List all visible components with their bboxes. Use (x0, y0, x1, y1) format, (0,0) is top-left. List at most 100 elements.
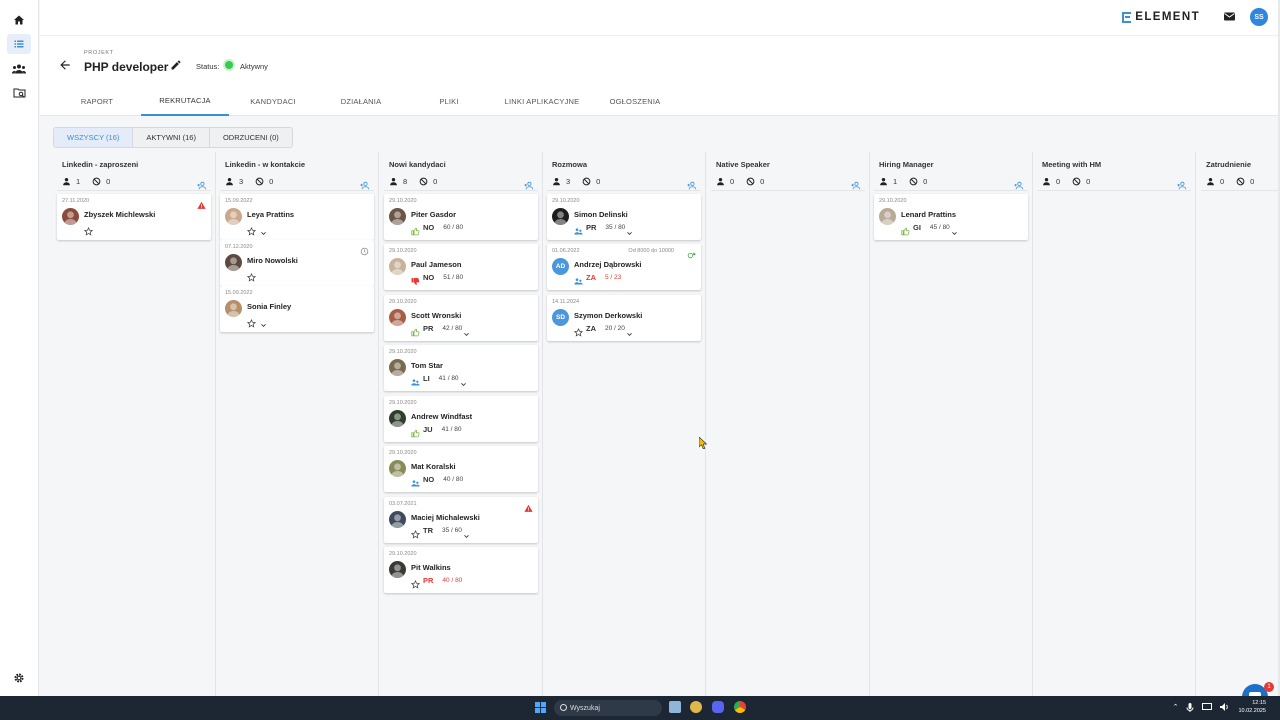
rejected-count[interactable]: 0 (596, 177, 600, 186)
candidate-count[interactable]: 8 (403, 177, 407, 186)
tab-pliki[interactable]: PLIKI (410, 87, 488, 116)
candidate-name[interactable]: Sonia Finley (247, 302, 291, 311)
weather-app-icon[interactable] (690, 701, 702, 713)
candidate-card[interactable]: 29.10.2020 Scott Wronski PR 42 / 80 (384, 295, 538, 341)
candidate-name[interactable]: Tom Star (411, 361, 443, 370)
candidate-avatar[interactable]: AD (552, 258, 569, 275)
people-icon[interactable] (7, 59, 31, 79)
candidate-avatar[interactable] (62, 208, 79, 225)
candidate-count[interactable]: 0 (730, 177, 734, 186)
star-icon[interactable] (410, 576, 421, 589)
rejected-count[interactable]: 0 (106, 177, 110, 186)
candidate-name[interactable]: Piter Gasdor (411, 210, 456, 219)
candidate-card[interactable]: 07.12.2020 Miro Nowolski (220, 240, 374, 286)
candidate-avatar[interactable] (389, 410, 406, 427)
candidate-name[interactable]: Mat Koralski (411, 462, 456, 471)
candidate-card[interactable]: 29.10.2020 Lenard Prattins GI 45 / 80 (874, 194, 1028, 240)
candidate-avatar[interactable] (389, 258, 406, 275)
candidate-name[interactable]: Leya Prattins (247, 210, 294, 219)
list-icon[interactable] (7, 34, 31, 54)
chevron-down-icon[interactable] (626, 325, 633, 336)
candidate-card[interactable]: 15.09.2022 Sonia Finley (220, 286, 374, 332)
add-candidate-icon[interactable] (360, 177, 370, 190)
candidate-avatar[interactable]: SD (552, 309, 569, 326)
candidate-card[interactable]: 29.10.2020 Paul Jameson NO 51 / 80 (384, 244, 538, 290)
candidate-avatar[interactable] (389, 511, 406, 528)
candidate-name[interactable]: Pit Walkins (411, 563, 451, 572)
candidate-avatar[interactable] (879, 208, 896, 225)
candidate-name[interactable]: Scott Wronski (411, 311, 461, 320)
chevron-down-icon[interactable] (463, 325, 470, 336)
candidate-name[interactable]: Lenard Prattins (901, 210, 956, 219)
candidate-card[interactable]: 29.10.2020 Pit Walkins PR 40 / 80 (384, 547, 538, 593)
filter-active[interactable]: AKTYWNI (16) (133, 128, 210, 147)
candidate-card[interactable]: 29.10.2020 Andrew Windfast JU 41 / 80 (384, 396, 538, 442)
thumb-up-icon[interactable] (411, 324, 420, 336)
network-icon[interactable] (1202, 703, 1213, 711)
candidate-name[interactable]: Simon Delinski (574, 210, 628, 219)
candidate-name[interactable]: Maciej Michalewski (411, 513, 480, 522)
candidate-count[interactable]: 1 (76, 177, 80, 186)
rejected-count[interactable]: 0 (760, 177, 764, 186)
star-icon[interactable] (246, 223, 257, 236)
back-arrow-icon[interactable] (58, 58, 72, 72)
add-candidate-icon[interactable] (197, 177, 207, 190)
candidate-count[interactable]: 1 (893, 177, 897, 186)
candidate-avatar[interactable] (389, 460, 406, 477)
people-icon[interactable] (574, 273, 583, 284)
filter-all[interactable]: WSZYSCY (16) (54, 128, 134, 147)
candidate-name[interactable]: Andrew Windfast (411, 412, 472, 421)
rejected-count[interactable]: 0 (1086, 177, 1090, 186)
status-value[interactable]: Aktywny (240, 62, 268, 71)
candidate-card[interactable]: 29.10.2020 Piter Gasdor NO 60 / 80 (384, 194, 538, 240)
file-explorer-icon[interactable] (669, 701, 681, 713)
tab-kandydaci[interactable]: KANDYDACI (234, 87, 312, 116)
tab-dzialania[interactable]: DZIAŁANIA (322, 87, 400, 116)
tab-linki-aplikacyjne[interactable]: LINKI APLIKACYJNE (495, 87, 589, 116)
people-icon[interactable] (574, 223, 583, 234)
add-candidate-icon[interactable] (1014, 177, 1024, 190)
candidate-avatar[interactable] (389, 309, 406, 326)
candidate-avatar[interactable] (389, 561, 406, 578)
candidate-name[interactable]: Zbyszek Michlewski (84, 210, 155, 219)
chevron-down-icon[interactable] (626, 224, 633, 235)
settings-icon[interactable] (7, 668, 31, 688)
rejected-count[interactable]: 0 (1250, 177, 1254, 186)
home-icon[interactable] (7, 10, 31, 30)
candidate-card[interactable]: 29.10.2020 Simon Delinski PR 35 / 80 (547, 194, 701, 240)
edit-pencil-icon[interactable] (170, 59, 182, 71)
people-icon[interactable] (411, 374, 420, 385)
chevron-down-icon[interactable] (260, 316, 267, 327)
mail-icon[interactable] (1224, 12, 1235, 21)
brand-logo[interactable]: ELEMENT (1122, 11, 1200, 23)
rejected-count[interactable]: 0 (433, 177, 437, 186)
candidate-card[interactable]: 27.11.2020 Zbyszek Michlewski (57, 194, 211, 240)
user-avatar[interactable]: SS (1250, 8, 1268, 26)
chevron-down-icon[interactable] (260, 224, 267, 235)
people-icon[interactable] (411, 475, 420, 486)
rejected-count[interactable]: 0 (923, 177, 927, 186)
candidate-avatar[interactable] (552, 208, 569, 225)
candidate-name[interactable]: Andrzej Dąbrowski (574, 260, 642, 269)
add-candidate-icon[interactable] (1177, 177, 1187, 190)
star-icon[interactable] (83, 223, 94, 236)
thumb-up-icon[interactable] (411, 425, 420, 437)
candidate-count[interactable]: 3 (566, 177, 570, 186)
tab-rekrutacja[interactable]: REKRUTACJA (141, 87, 229, 116)
candidate-card[interactable]: 01.06.2022 Od 8000 do 10000 AD Andrzej Dąbr… (547, 244, 701, 290)
filter-rejected[interactable]: ODRZUCENI (0) (210, 128, 292, 147)
tab-raport[interactable]: RAPORT (58, 87, 136, 116)
star-icon[interactable] (573, 324, 584, 337)
candidate-name[interactable]: Miro Nowolski (247, 256, 298, 265)
thumb-up-icon[interactable] (901, 223, 910, 235)
candidate-count[interactable]: 0 (1056, 177, 1060, 186)
chevron-down-icon[interactable] (463, 527, 470, 538)
chevron-up-icon[interactable]: ⌃ (1173, 703, 1179, 711)
taskbar-clock[interactable]: 12:15 10.02.2025 (1238, 699, 1266, 715)
star-icon[interactable] (246, 315, 257, 328)
volume-icon[interactable] (1220, 703, 1230, 711)
star-icon[interactable] (410, 526, 421, 539)
candidate-avatar[interactable] (225, 254, 242, 271)
candidate-avatar[interactable] (225, 208, 242, 225)
candidate-card[interactable]: 15.09.2022 Leya Prattins (220, 194, 374, 240)
